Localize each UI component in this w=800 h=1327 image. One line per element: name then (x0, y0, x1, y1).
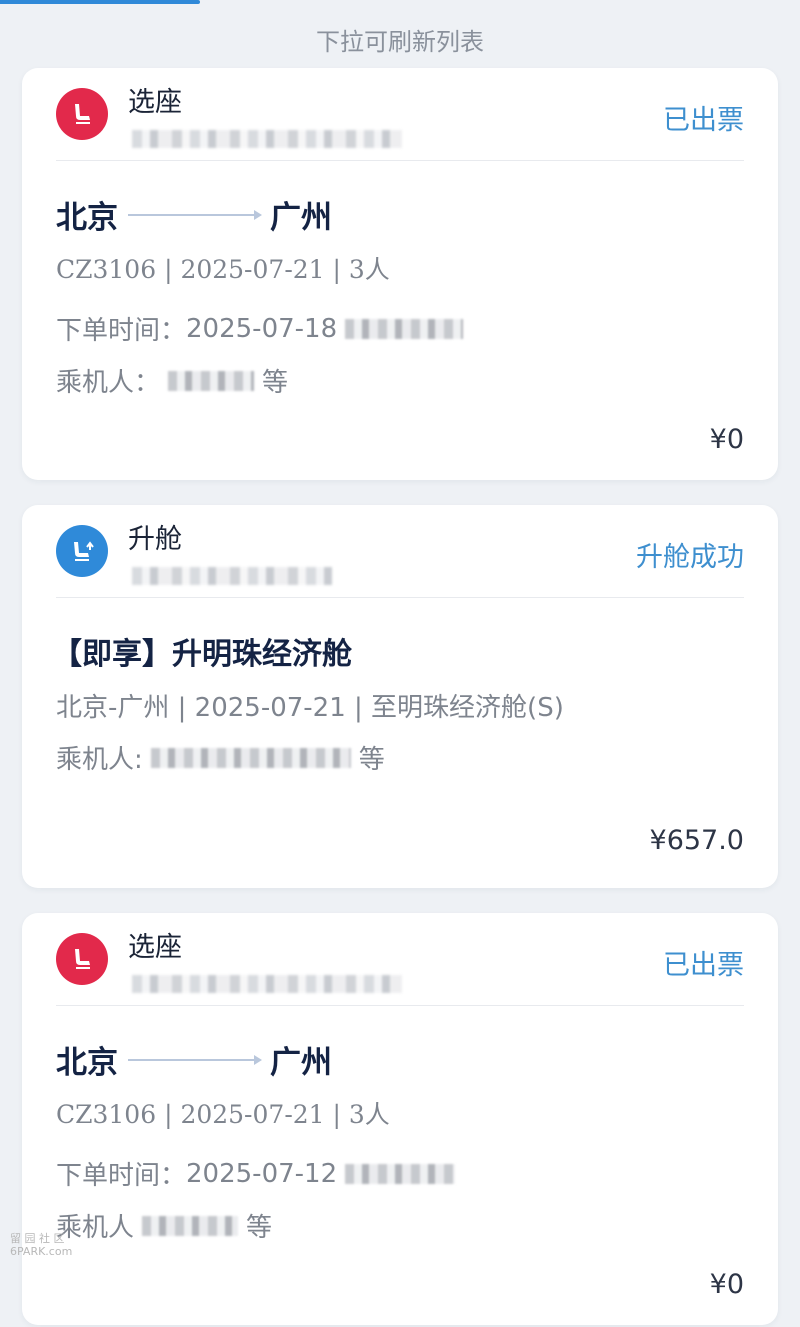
origin-city: 北京 (56, 1045, 118, 1081)
seat-icon (56, 88, 108, 140)
order-number-redacted (132, 130, 402, 148)
order-card-seat-selection[interactable]: 选座 已出票 北京 广州 CZ3106 | 2025-07-21 | 3人 下单… (22, 913, 778, 1325)
redacted-passenger (142, 1215, 239, 1236)
flight-info: CZ3106 | 2025-07-21 | 3人 (56, 1100, 390, 1129)
flight-info: CZ3106 | 2025-07-21 | 3人 (56, 255, 390, 284)
upgrade-seat-icon (56, 525, 108, 577)
pull-to-refresh-hint: 下拉可刷新列表 (316, 28, 484, 56)
order-time-label: 下单时间： (56, 316, 187, 346)
redacted-time (345, 318, 464, 339)
order-number-redacted (132, 567, 332, 585)
order-time-value: 2025-07-18 (186, 313, 338, 344)
flight-route: 北京 广州 (56, 192, 332, 237)
destination-city: 广州 (270, 200, 332, 236)
passenger-suffix: 等 (262, 368, 289, 398)
flight-route: 北京 广州 (56, 1037, 332, 1082)
divider (56, 597, 744, 598)
upgrade-title: 【即享】升明珠经济舱 (52, 637, 352, 672)
divider (56, 160, 744, 161)
redacted-time (345, 1163, 456, 1184)
passenger-suffix: 等 (246, 1213, 273, 1243)
route-arrow-icon (128, 1054, 262, 1065)
order-price: ¥657.0 (649, 825, 744, 856)
order-price: ¥0 (709, 1269, 744, 1300)
upgrade-detail: 北京-广州 | 2025-07-21 | 至明珠经济舱(S) (56, 687, 564, 724)
destination-city: 广州 (270, 1045, 332, 1081)
watermark-line-2: 6PARK.com (10, 1245, 73, 1259)
order-number-redacted (132, 975, 402, 993)
watermark-line-1: 留 园 社 区 (10, 1232, 65, 1245)
upgrade-detail-text: 北京-广州 | 2025-07-21 | 至明珠经济舱(S) (56, 693, 564, 723)
order-price: ¥0 (709, 424, 744, 455)
passenger-label: 乘机人： (56, 368, 161, 398)
site-watermark: 留 园 社 区 6PARK.com (10, 1232, 90, 1258)
passenger-row: 乘机人: 等 (56, 739, 385, 776)
order-time-label: 下单时间： (56, 1161, 187, 1191)
passenger-row: 乘机人： 等 (56, 362, 288, 399)
order-type-label: 选座 (128, 932, 182, 963)
order-status: 已出票 (663, 105, 744, 136)
order-time-row: 下单时间： 2025-07-12 (56, 1155, 463, 1192)
order-card-upgrade[interactable]: 升舱 升舱成功 【即享】升明珠经济舱 北京-广州 | 2025-07-21 | … (22, 505, 778, 888)
order-type-label: 选座 (128, 87, 182, 118)
card-header: 选座 已出票 (22, 913, 778, 1005)
order-status: 升舱成功 (636, 542, 744, 573)
card-header: 升舱 升舱成功 (22, 505, 778, 597)
origin-city: 北京 (56, 200, 118, 236)
redacted-passenger (150, 747, 351, 768)
redacted-passenger (168, 370, 255, 391)
order-card-seat-selection[interactable]: 选座 已出票 北京 广州 CZ3106 | 2025-07-21 | 3人 下单… (22, 68, 778, 480)
passenger-suffix: 等 (358, 745, 385, 775)
card-header: 选座 已出票 (22, 68, 778, 160)
order-status: 已出票 (663, 950, 744, 981)
order-time-row: 下单时间： 2025-07-18 (56, 310, 471, 347)
divider (56, 1005, 744, 1006)
route-arrow-icon (128, 209, 262, 220)
order-type-label: 升舱 (128, 524, 182, 555)
passenger-label: 乘机人: (56, 745, 143, 775)
loading-progress-bar (0, 0, 200, 4)
order-time-value: 2025-07-12 (186, 1158, 338, 1189)
seat-icon (56, 933, 108, 985)
